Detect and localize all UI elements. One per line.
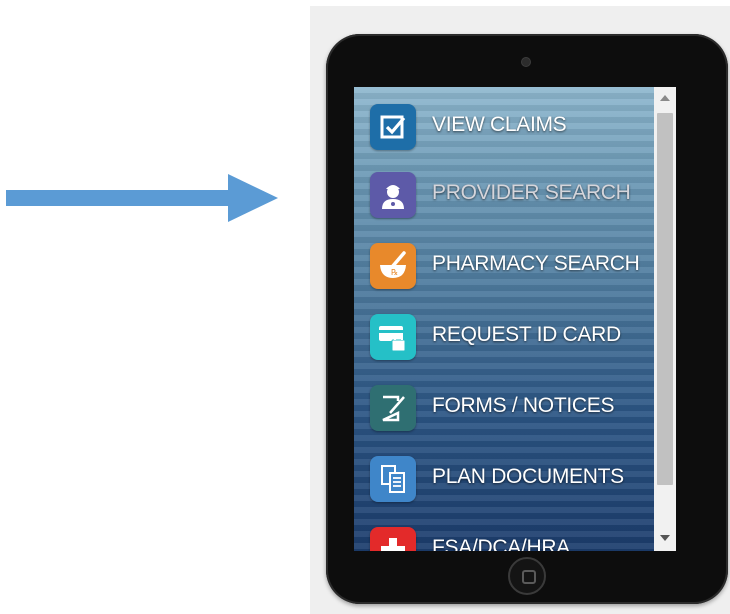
checkbox-icon — [370, 104, 416, 150]
menu-item-provider-search[interactable]: PROVIDER SEARCH — [370, 172, 676, 222]
menu-item-label: PROVIDER SEARCH — [432, 181, 631, 204]
menu-item-plan-documents[interactable]: PLAN DOCUMENTS — [370, 456, 676, 506]
camera-icon — [522, 58, 530, 66]
menu-item-request-id-card[interactable]: REQUEST ID CARD — [370, 314, 676, 364]
menu-item-forms-notices[interactable]: FORMS / NOTICES — [370, 385, 676, 435]
documents-icon — [370, 456, 416, 502]
svg-text:℞: ℞ — [391, 268, 398, 277]
right-arrow-icon — [6, 174, 278, 222]
tablet-screen: VIEW CLAIMS PROVIDER SEARCH ℞ PHARMACY S… — [354, 87, 676, 551]
menu-item-label: FSA/DCA/HRA — [432, 536, 570, 551]
scroll-down-icon[interactable] — [660, 535, 670, 541]
menu-item-pharmacy-search[interactable]: ℞ PHARMACY SEARCH — [370, 243, 676, 293]
arrow-head — [228, 174, 278, 222]
menu-item-view-claims[interactable]: VIEW CLAIMS — [370, 104, 676, 154]
menu-item-label: VIEW CLAIMS — [432, 113, 567, 136]
doctor-icon — [370, 172, 416, 218]
menu-item-label: PHARMACY SEARCH — [432, 252, 640, 275]
scroll-up-icon[interactable] — [660, 95, 670, 101]
tablet-device: VIEW CLAIMS PROVIDER SEARCH ℞ PHARMACY S… — [326, 34, 728, 604]
edit-form-icon — [370, 385, 416, 431]
scrollbar-thumb[interactable] — [657, 113, 673, 485]
home-button[interactable] — [508, 557, 546, 595]
mortar-pestle-icon: ℞ — [370, 243, 416, 289]
menu-item-label: PLAN DOCUMENTS — [432, 465, 624, 488]
menu-item-label: FORMS / NOTICES — [432, 394, 615, 417]
arrow-shaft — [6, 190, 228, 206]
menu-item-fsa-dca-hra[interactable]: FSA/DCA/HRA — [370, 527, 676, 551]
menu-item-label: REQUEST ID CARD — [432, 323, 621, 346]
id-card-lock-icon — [370, 314, 416, 360]
medical-cross-icon — [370, 527, 416, 551]
vertical-scrollbar[interactable] — [654, 87, 676, 551]
home-square-icon — [522, 570, 536, 584]
